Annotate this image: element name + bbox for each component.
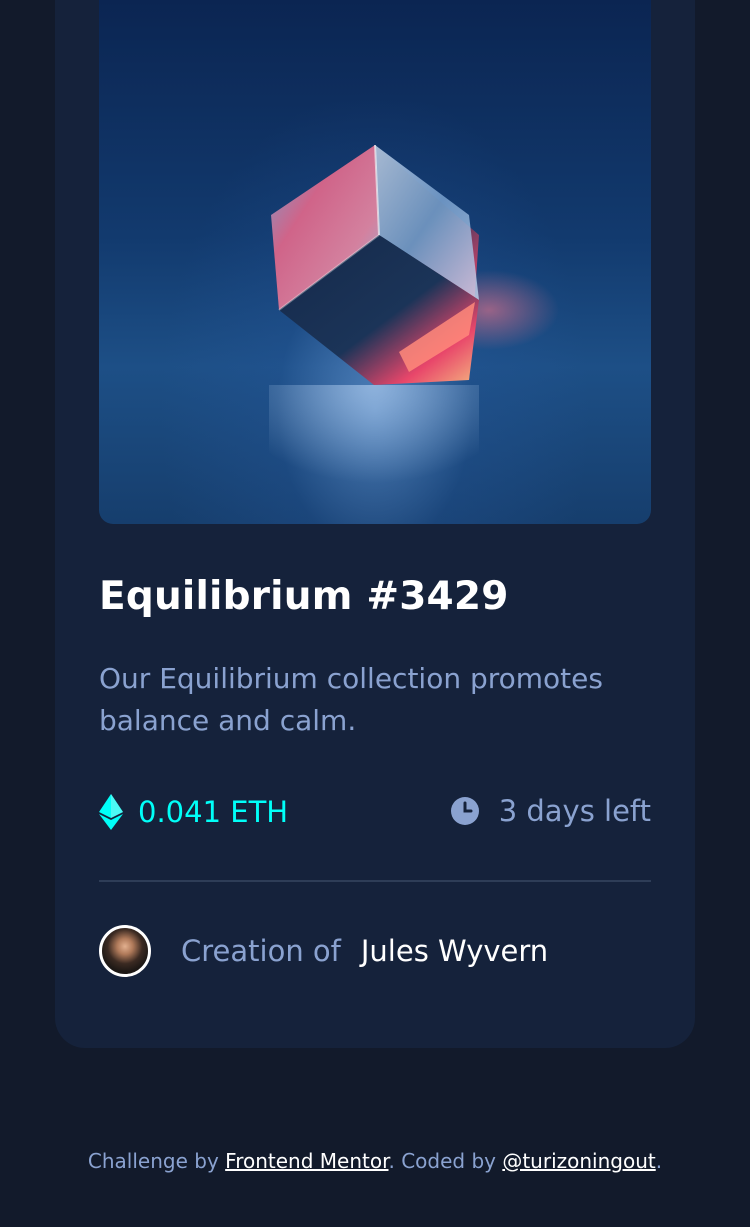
author-link[interactable]: @turizoningout: [502, 1149, 655, 1173]
time-left-value: 3 days left: [498, 794, 651, 828]
price-value: 0.041 ETH: [138, 795, 289, 829]
attribution-middle: . Coded by: [388, 1149, 503, 1173]
nft-image[interactable]: [99, 0, 651, 524]
price: 0.041 ETH: [99, 794, 288, 830]
attribution-prefix: Challenge by: [87, 1149, 226, 1173]
equilibrium-cube-image: [269, 144, 559, 524]
divider: [99, 880, 651, 882]
clock-icon: [450, 797, 479, 825]
creation-label: Creation of: [181, 934, 341, 968]
ethereum-icon: [99, 794, 123, 830]
nft-description: Our Equilibrium collection promotes bala…: [99, 662, 603, 737]
frontend-mentor-link[interactable]: Frontend Mentor: [225, 1149, 388, 1173]
page: Equilibrium #3429 Our Equilibrium collec…: [0, 0, 750, 1227]
stats-row: 0.041 ETH 3 days left: [99, 792, 651, 834]
creator-row: Creation of Jules Wyvern: [99, 925, 548, 977]
creator-name-link[interactable]: Jules Wyvern: [361, 934, 548, 968]
attribution: Challenge by Frontend Mentor. Coded by @…: [0, 1149, 750, 1173]
time-left: 3 days left: [450, 794, 651, 828]
nft-title[interactable]: Equilibrium #3429: [99, 574, 509, 619]
avatar: [99, 925, 151, 977]
attribution-suffix: .: [655, 1149, 663, 1173]
